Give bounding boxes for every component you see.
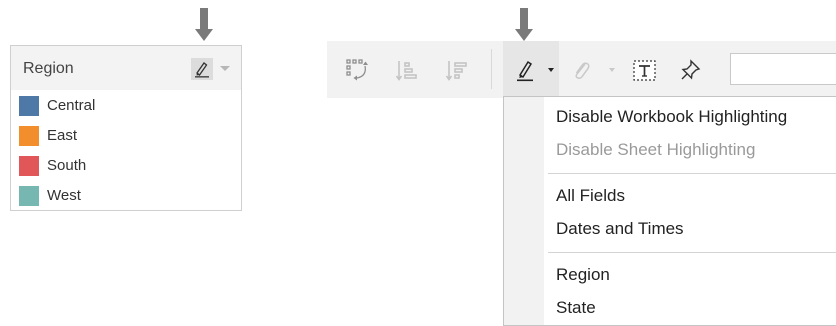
legend-item-label: West bbox=[47, 187, 81, 204]
menu-item-state[interactable]: State bbox=[556, 298, 596, 318]
search-input[interactable] bbox=[730, 53, 836, 85]
paperclip-icon[interactable] bbox=[570, 58, 594, 82]
pointer-arrow-legend bbox=[195, 8, 213, 42]
highlighter-pen-icon bbox=[515, 58, 539, 82]
menu-gutter bbox=[504, 97, 544, 325]
menu-divider bbox=[548, 252, 836, 253]
highlighter-pen-icon bbox=[191, 58, 213, 80]
color-swatch bbox=[19, 156, 39, 176]
highlight-dropdown-menu: Disable Workbook Highlighting Disable Sh… bbox=[503, 96, 836, 326]
color-swatch bbox=[19, 126, 39, 146]
sort-ascending-icon[interactable] bbox=[395, 58, 419, 82]
legend-title: Region bbox=[23, 60, 74, 77]
chevron-down-icon bbox=[609, 68, 615, 72]
menu-item-all-fields[interactable]: All Fields bbox=[556, 186, 625, 206]
highlight-button[interactable] bbox=[503, 41, 559, 98]
chevron-down-icon bbox=[220, 66, 230, 71]
legend-item-label: South bbox=[47, 157, 87, 174]
text-label-icon[interactable] bbox=[632, 58, 656, 82]
menu-item-disable-workbook-highlighting[interactable]: Disable Workbook Highlighting bbox=[556, 107, 787, 127]
color-swatch bbox=[19, 186, 39, 206]
legend-header: Region bbox=[11, 46, 241, 90]
legend-item-label: East bbox=[47, 127, 78, 144]
pin-icon[interactable] bbox=[679, 58, 703, 82]
toolbar bbox=[327, 41, 836, 98]
menu-item-disable-sheet-highlighting: Disable Sheet Highlighting bbox=[556, 140, 756, 159]
sort-descending-icon[interactable] bbox=[445, 58, 469, 82]
swap-rows-columns-icon[interactable] bbox=[345, 58, 369, 82]
menu-item-dates-and-times[interactable]: Dates and Times bbox=[556, 219, 684, 239]
menu-item-region[interactable]: Region bbox=[556, 265, 610, 285]
menu-divider bbox=[548, 173, 836, 174]
toolbar-divider bbox=[491, 49, 492, 89]
pointer-arrow-toolbar bbox=[515, 8, 533, 42]
legend-item-label: Central bbox=[47, 97, 96, 114]
region-legend: Region Central East South West bbox=[10, 45, 242, 211]
legend-highlight-button[interactable] bbox=[191, 58, 233, 80]
color-swatch bbox=[19, 96, 39, 116]
chevron-down-icon bbox=[548, 68, 554, 72]
